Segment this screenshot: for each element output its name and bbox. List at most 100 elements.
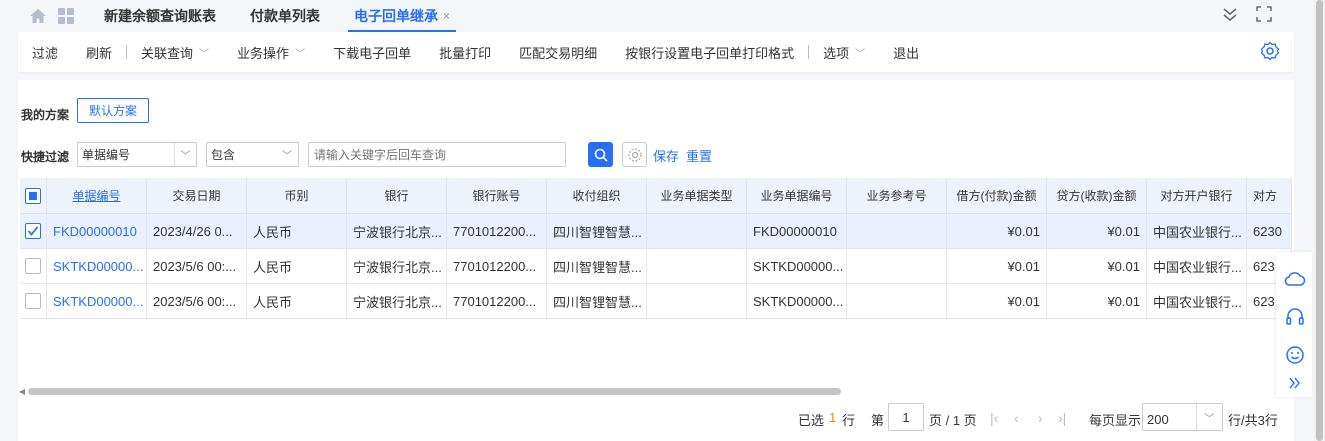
table-cell: 6230	[1247, 214, 1292, 248]
table-cell: 7701012200...	[447, 214, 547, 248]
page-number-input[interactable]: 1	[888, 403, 924, 431]
table-cell	[647, 214, 747, 248]
column-header[interactable]: 收付组织	[547, 178, 647, 213]
floating-toolbar	[1276, 252, 1312, 397]
row-checkbox-cell	[20, 284, 47, 318]
bill-no-link[interactable]: FKD00000010	[47, 214, 147, 248]
button-label: 按银行设置电子回单打印格式	[625, 45, 795, 61]
column-header[interactable]: 银行	[347, 178, 447, 213]
search-button[interactable]	[588, 142, 613, 167]
cloud-icon[interactable]	[1284, 268, 1306, 290]
column-header[interactable]: 银行账号	[447, 178, 547, 213]
column-header[interactable]: 币别	[247, 178, 347, 213]
related-query-menu[interactable]: 关联查询 ﹀	[127, 43, 223, 62]
options-menu[interactable]: 选项 ﹀	[809, 43, 879, 62]
scroll-left-icon[interactable]: ◀	[19, 387, 25, 396]
reset-link[interactable]: 重置	[686, 146, 712, 165]
bank-print-format-button[interactable]: 按银行设置电子回单打印格式	[611, 43, 808, 62]
default-scheme-button[interactable]: 默认方案	[77, 98, 149, 123]
gear-icon[interactable]	[1260, 41, 1280, 64]
column-header[interactable]: 对方	[1247, 178, 1292, 213]
selected-prefix: 已选	[798, 413, 825, 428]
table-cell: ¥0.01	[947, 284, 1047, 318]
apps-icon[interactable]	[56, 6, 76, 26]
table-cell: 宁波银行北京...	[347, 214, 447, 248]
download-receipt-button[interactable]: 下载电子回单	[319, 43, 425, 62]
page-size-select[interactable]: 200 ﹀	[1142, 403, 1223, 431]
table-cell: 人民币	[247, 249, 347, 283]
home-icon[interactable]	[28, 6, 48, 26]
toolbar: 过滤 刷新 关联查询 ﹀ 业务操作 ﹀ 下载电子回单 批量打印 匹配交易明细 按银行…	[18, 32, 1294, 72]
filter-field-select[interactable]: 单据编号 ﹀	[77, 142, 197, 167]
tab-payment-list[interactable]: 付款单列表	[244, 0, 326, 32]
table-row[interactable]: SKTKD00000... 2023/5/6 00:... 人民币 宁波银行北京…	[20, 284, 1292, 319]
save-link[interactable]: 保存	[653, 146, 679, 165]
table-row[interactable]: SKTKD00000... 2023/5/6 00:... 人民币 宁波银行北京…	[20, 249, 1292, 284]
button-label: 过滤	[32, 45, 59, 61]
button-label: 刷新	[86, 45, 113, 61]
chevron-down-icon: ﹀	[1196, 404, 1222, 430]
batch-print-button[interactable]: 批量打印	[425, 43, 505, 62]
bill-no-link[interactable]: SKTKD00000...	[47, 284, 147, 318]
button-label: 选项	[823, 45, 850, 61]
table-cell: 7701012200...	[447, 249, 547, 283]
next-page-icon[interactable]: ›	[1038, 410, 1043, 426]
first-page-icon[interactable]: |‹	[990, 410, 998, 426]
filter-operator-select[interactable]: 包含 ﹀	[206, 142, 299, 167]
match-transactions-button[interactable]: 匹配交易明细	[505, 43, 611, 62]
page-size-prefix: 每页显示	[1089, 413, 1142, 428]
tab-label: 电子回单继承	[354, 8, 438, 24]
row-checkbox[interactable]	[25, 223, 41, 239]
exit-button[interactable]: 退出	[879, 43, 933, 62]
collapse-icon[interactable]	[1284, 372, 1306, 394]
advanced-filter-button[interactable]	[622, 142, 647, 167]
refresh-button[interactable]: 刷新	[72, 43, 126, 62]
tab-balance-query[interactable]: 新建余额查询账表	[98, 0, 222, 32]
tab-label: 付款单列表	[250, 8, 320, 24]
chevron-down-icon: ﹀	[282, 151, 292, 162]
column-header[interactable]: 交易日期	[147, 178, 247, 213]
column-header[interactable]: 贷方(收款)金额	[1047, 178, 1147, 213]
table-cell: ¥0.01	[1047, 249, 1147, 283]
row-checkbox[interactable]	[25, 293, 41, 309]
selected-suffix: 行	[842, 413, 856, 428]
table-cell	[847, 284, 947, 318]
table-cell	[847, 214, 947, 248]
horizontal-scrollbar[interactable]	[28, 388, 841, 395]
selected-count: 1	[829, 410, 837, 425]
vertical-scrollbar[interactable]	[1314, 0, 1325, 441]
fullscreen-icon[interactable]	[1256, 6, 1272, 25]
page-size-suffix: 行/共3行	[1228, 413, 1278, 428]
table-cell: SKTKD00000...	[747, 249, 847, 283]
page-prefix: 第	[871, 413, 885, 428]
filter-button[interactable]: 过滤	[18, 43, 72, 62]
header-checkbox-cell	[20, 178, 47, 213]
headset-icon[interactable]	[1284, 306, 1306, 328]
prev-page-icon[interactable]: ‹	[1014, 410, 1019, 426]
table-cell: 宁波银行北京...	[347, 249, 447, 283]
column-header[interactable]: 对方开户银行	[1147, 178, 1247, 213]
column-header[interactable]: 业务单据类型	[647, 178, 747, 213]
select-all-checkbox[interactable]	[25, 187, 41, 204]
row-checkbox[interactable]	[25, 258, 41, 274]
data-table: 单据编号 交易日期 币别 银行 银行账号 收付组织 业务单据类型 业务单据编号 …	[20, 178, 1292, 322]
scrollbar-thumb[interactable]	[1316, 0, 1323, 441]
search-input[interactable]	[308, 142, 566, 167]
tab-e-receipt[interactable]: 电子回单继承 ×	[348, 0, 457, 32]
column-header[interactable]: 单据编号	[47, 178, 147, 213]
bill-no-link[interactable]: SKTKD00000...	[47, 249, 147, 283]
table-cell: 四川智锂智慧...	[547, 249, 647, 283]
column-header[interactable]: 业务参考号	[847, 178, 947, 213]
quick-filter-label: 快捷过滤	[21, 150, 70, 164]
chevron-down-double-icon[interactable]	[1222, 6, 1238, 25]
last-page-icon[interactable]: ›|	[1058, 410, 1066, 426]
table-cell: 中国农业银行...	[1147, 249, 1247, 283]
close-icon[interactable]: ×	[443, 9, 450, 23]
table-row[interactable]: FKD00000010 2023/4/26 0... 人民币 宁波银行北京...…	[20, 214, 1292, 249]
business-ops-menu[interactable]: 业务操作 ﹀	[223, 43, 319, 62]
table-cell: 中国农业银行...	[1147, 284, 1247, 318]
column-header[interactable]: 借方(付款)金额	[947, 178, 1047, 213]
smiley-icon[interactable]	[1284, 344, 1306, 366]
column-header[interactable]: 业务单据编号	[747, 178, 847, 213]
table-cell: SKTKD00000...	[747, 284, 847, 318]
